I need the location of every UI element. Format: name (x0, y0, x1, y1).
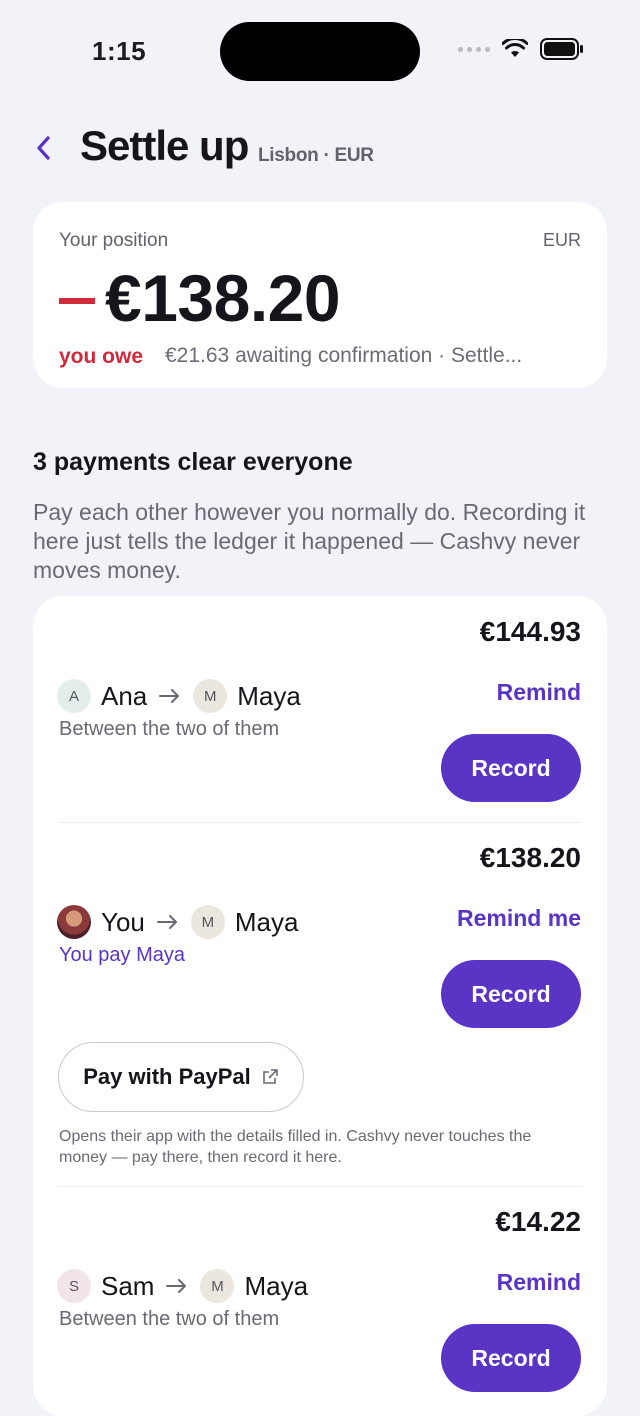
status-bar: 1:15 (0, 0, 640, 100)
avatar (57, 905, 91, 939)
paypal-note: Opens their app with the details filled … (59, 1128, 532, 1166)
battery-icon (540, 38, 583, 60)
avatar: M (190, 905, 225, 939)
external-link-icon (262, 1069, 278, 1084)
payment-parties: A Ana M Maya (57, 678, 313, 714)
payee-name: Maya (244, 1270, 309, 1301)
avatar: M (193, 679, 228, 713)
position-amount: €138.20 (59, 260, 341, 336)
remind-button[interactable]: Remind (497, 1269, 581, 1296)
back-button[interactable] (30, 128, 56, 168)
signal-icon (458, 46, 490, 52)
record-button[interactable]: Record (441, 734, 581, 802)
payment-description: Between the two of them (59, 718, 280, 740)
remind-button[interactable]: Remind (497, 679, 581, 706)
payment-amount: €14.22 (495, 1206, 581, 1237)
position-status: €21.63 awaiting confirmation · Settle... (165, 344, 523, 367)
divider (59, 822, 581, 823)
record-button[interactable]: Record (441, 1324, 581, 1392)
arrow-right-icon (156, 915, 179, 929)
position-card: Your position EUR €138.20 you owe €21.63… (33, 202, 607, 388)
minus-sign (59, 298, 95, 304)
payer-name: Ana (101, 680, 148, 711)
position-label: Your position (59, 230, 169, 251)
payee-name: Maya (234, 906, 299, 937)
section-description: Pay each other however you normally do. … (33, 499, 586, 583)
payment-parties: You M Maya (57, 904, 310, 940)
payment-parties: S Sam M Maya (57, 1268, 320, 1304)
payment-amount: €144.93 (479, 616, 581, 647)
payments-card: €144.93 A Ana M Maya Between the two of … (33, 596, 607, 1416)
chevron-left-icon (37, 136, 50, 160)
payment-amount: €138.20 (479, 842, 581, 873)
payer-name: You (101, 906, 145, 937)
avatar: M (200, 1269, 235, 1303)
payment-description: Between the two of them (59, 1308, 280, 1330)
wifi-icon (502, 39, 528, 57)
dynamic-island (220, 22, 420, 81)
position-amount-value: €138.20 (105, 261, 341, 335)
avatar: A (57, 679, 91, 713)
payee-name: Maya (237, 680, 301, 711)
page-subtitle: Lisbon · EUR (258, 145, 374, 166)
divider (59, 1186, 581, 1187)
paypal-button[interactable]: Pay with PayPal (58, 1042, 304, 1112)
arrow-right-icon (166, 1279, 188, 1293)
header: Settle up Lisbon · EUR (0, 118, 640, 178)
payment-description: You pay Maya (59, 944, 186, 966)
record-button[interactable]: Record (441, 960, 581, 1028)
arrow-right-icon (159, 689, 181, 703)
avatar: S (57, 1269, 91, 1303)
paypal-button-label: Pay with PayPal (83, 1064, 251, 1089)
status-time: 1:15 (92, 36, 147, 66)
page-title: Settle up (80, 122, 249, 169)
owe-label: you owe (59, 345, 144, 368)
section-title: 3 payments clear everyone (33, 448, 353, 476)
position-currency: EUR (542, 230, 581, 250)
status-icons (458, 38, 584, 60)
remind-me-button[interactable]: Remind me (457, 905, 581, 932)
payer-name: Sam (101, 1270, 155, 1301)
